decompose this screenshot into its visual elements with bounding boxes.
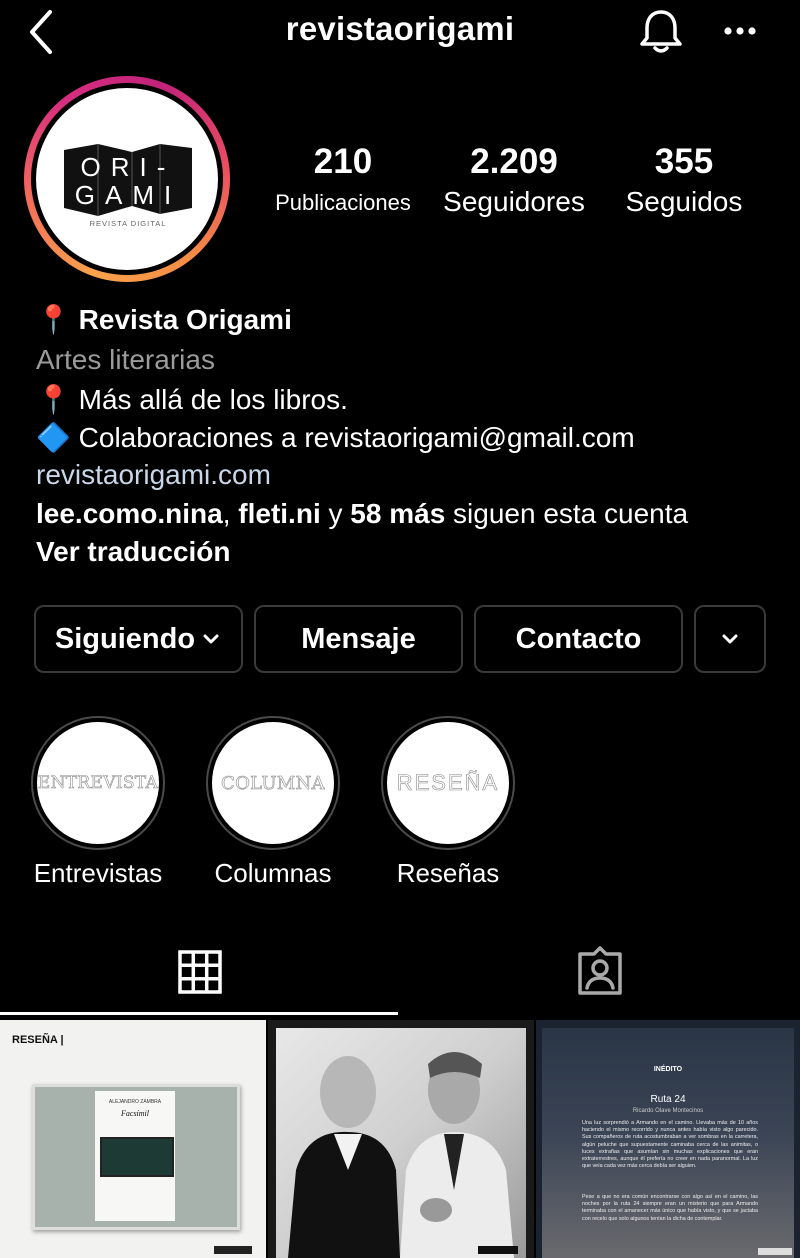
bio-text-1: Más allá de los libros. [78, 384, 348, 415]
contact-button[interactable]: Contacto [474, 605, 683, 673]
posts-count[interactable]: 210 Publicaciones [262, 142, 424, 216]
logo-line1: ORI- [81, 152, 176, 182]
following-count[interactable]: 355 Seguidos [606, 142, 762, 218]
logo-caption: REVISTA DIGITAL [90, 219, 167, 228]
highlight-cover-text: RESEÑA [396, 770, 500, 796]
following-button[interactable]: Siguiendo [34, 605, 243, 673]
website-link[interactable]: revistaorigami.com [36, 459, 271, 491]
message-button-label: Mensaje [301, 622, 416, 655]
highlight-label[interactable]: Reseñas [348, 858, 548, 889]
book-cover: ALEJANDRO ZAMBRA Facsímil [95, 1091, 175, 1221]
tagged-tab[interactable] [576, 946, 624, 996]
message-button[interactable]: Mensaje [254, 605, 463, 673]
brand-mark [758, 1248, 792, 1255]
bell-icon [640, 10, 682, 53]
origami-logo: ORI- GAMI REVISTA DIGITAL [64, 144, 192, 228]
followed-by-sep-1: , [222, 498, 239, 529]
book-cover-frame: ALEJANDRO ZAMBRA Facsímil [32, 1084, 240, 1230]
followers-value: 2.209 [470, 142, 558, 181]
active-tab-indicator [0, 1012, 398, 1015]
bio-line-1: 📍 Más allá de los libros. [36, 383, 348, 416]
bio-line-2: 🔷 Colaboraciones a revistaorigami@gmail.… [36, 421, 635, 454]
highlight-label[interactable]: Entrevistas [0, 858, 198, 889]
follower-2[interactable]: fleti.ni [238, 498, 320, 529]
logo-line2: GAMI [75, 180, 181, 210]
post-tag: RESEÑA | [12, 1034, 64, 1046]
post-thumbnail[interactable]: INÉDITO Ruta 24 Ricardo Olave Montecinos… [536, 1020, 800, 1258]
highlight-cover-resenas[interactable]: RESEÑA [387, 722, 509, 844]
highlight-label[interactable]: Columnas [173, 858, 373, 889]
suggested-accounts-button[interactable] [694, 605, 766, 673]
post-paragraph-2: Pese a que no era común encontrarse con … [582, 1194, 758, 1222]
pin-icon: 📍 [36, 384, 71, 415]
following-label: Seguidos [625, 186, 743, 217]
book-author: ALEJANDRO ZAMBRA [108, 1099, 162, 1105]
followers-count[interactable]: 2.209 Seguidores [434, 142, 594, 218]
post-title: Ruta 24 [650, 1094, 686, 1105]
post-paragraph-1: Una luz sorprendió a Armando en el camin… [582, 1120, 758, 1170]
post-author: Ricardo Olave Montecinos [632, 1108, 704, 1114]
following-button-label: Siguiendo [54, 622, 196, 655]
top-bar: revistaorigami [0, 0, 800, 64]
highlight-cover-entrevistas[interactable]: ENTREVISTA [37, 722, 159, 844]
bw-photo-two-men [276, 1028, 526, 1258]
book-title: Facsímil [121, 1109, 149, 1118]
brand-mark [214, 1246, 252, 1254]
posts-label: Publicaciones [275, 190, 411, 215]
bio-text-2: Colaboraciones a revistaorigami@gmail.co… [78, 422, 635, 453]
more-options-button[interactable] [718, 14, 764, 48]
followed-by-sep-2: y [320, 498, 351, 529]
tagged-person-icon [578, 946, 622, 995]
followed-by[interactable]: lee.como.nina, fleti.ni y 58 más siguen … [36, 498, 688, 530]
post-thumbnail[interactable] [268, 1020, 534, 1258]
profile-category: Artes literarias [36, 344, 215, 375]
following-value: 355 [654, 142, 714, 181]
see-translation-link[interactable]: Ver traducción [36, 536, 231, 568]
posts-value: 210 [313, 142, 373, 181]
grid-icon [178, 950, 222, 994]
profile-name: 📍 Revista Origami [36, 303, 292, 336]
pin-icon: 📍 [36, 304, 71, 335]
follower-1[interactable]: lee.como.nina [36, 498, 223, 529]
contact-button-label: Contacto [515, 622, 642, 655]
display-name: Revista Origami [78, 304, 292, 335]
notifications-button[interactable] [636, 6, 686, 56]
book-cover-image [100, 1137, 174, 1177]
followers-more[interactable]: 58 más [350, 498, 445, 529]
followed-by-suffix: siguen esta cuenta [445, 498, 689, 529]
more-horizontal-icon [724, 27, 756, 35]
post-kicker: INÉDITO [653, 1066, 683, 1073]
avatar[interactable]: ORI- GAMI REVISTA DIGITAL [36, 88, 218, 270]
posts-grid-tab[interactable] [178, 950, 222, 994]
chevron-down-icon [203, 634, 219, 644]
chevron-down-icon [722, 634, 738, 644]
post-thumbnail[interactable]: RESEÑA | ALEJANDRO ZAMBRA Facsímil [0, 1020, 266, 1258]
highlight-cover-text: ENTREVISTA [37, 773, 159, 794]
followers-label: Seguidores [443, 186, 585, 217]
highlight-cover-columnas[interactable]: COLUMNA [212, 722, 334, 844]
diamond-icon: 🔷 [36, 422, 71, 453]
highlight-cover-text: COLUMNA [221, 772, 325, 794]
